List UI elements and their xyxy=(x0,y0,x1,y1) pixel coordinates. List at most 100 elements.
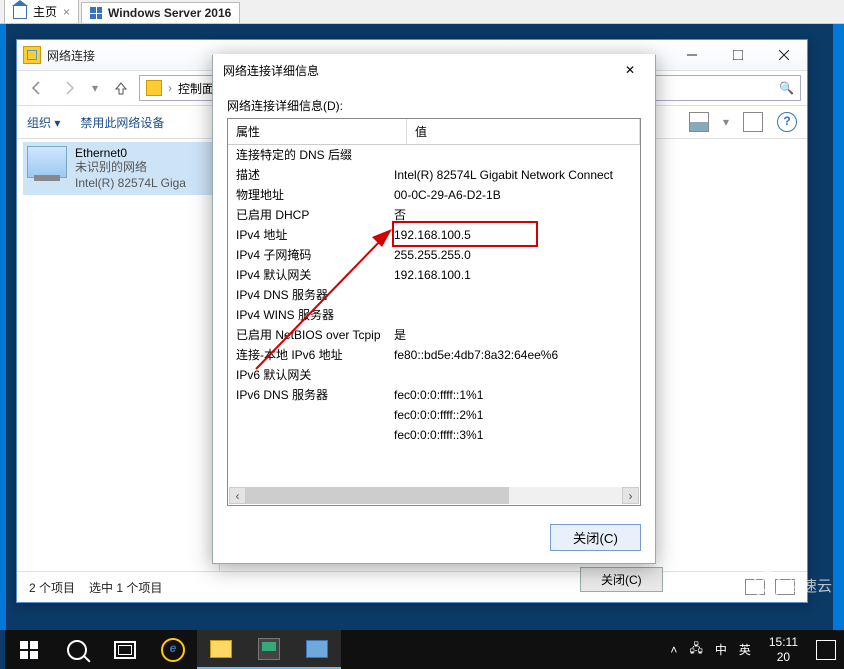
ie-button[interactable]: e xyxy=(149,630,197,669)
close-icon[interactable]: × xyxy=(63,5,70,19)
windows-icon xyxy=(90,7,102,19)
up-button[interactable] xyxy=(107,75,135,101)
ime-indicator-1[interactable]: 中 xyxy=(715,641,727,658)
maximize-button[interactable] xyxy=(715,40,761,70)
property-row[interactable]: 已启用 DHCP否 xyxy=(228,205,640,225)
explorer-taskbar-button[interactable] xyxy=(197,630,245,669)
clock[interactable]: 15:11 20 xyxy=(763,633,804,666)
search-button[interactable] xyxy=(53,630,101,669)
desktop-right-edge xyxy=(833,24,844,630)
help-icon[interactable]: ? xyxy=(777,112,797,132)
property-row[interactable]: 已启用 NetBIOS over Tcpip是 xyxy=(228,325,640,345)
property-row[interactable]: IPv6 默认网关 xyxy=(228,365,640,385)
clock-time: 15:11 xyxy=(769,635,798,649)
property-row[interactable]: IPv6 DNS 服务器fec0:0:0:ffff::1%1 xyxy=(228,385,640,405)
minimize-button[interactable] xyxy=(669,40,715,70)
system-tray: ˄ 🖧 中 英 15:11 20 xyxy=(662,630,844,669)
server-manager-button[interactable] xyxy=(245,630,293,669)
search-icon xyxy=(67,640,87,660)
watermark-logo-icon xyxy=(753,571,781,599)
property-value xyxy=(394,365,632,385)
back-button[interactable] xyxy=(23,75,51,101)
watermark: 亿速云 xyxy=(753,571,832,599)
property-name: IPv4 WINS 服务器 xyxy=(236,305,394,325)
view-options-icon[interactable] xyxy=(689,112,709,132)
dropdown-icon[interactable]: ▾ xyxy=(723,115,729,129)
folder-icon xyxy=(146,80,162,96)
ie-icon: e xyxy=(161,638,185,662)
dialog-titlebar[interactable]: 网络连接详细信息 ✕ xyxy=(213,55,655,85)
vm-tab-windows[interactable]: Windows Server 2016 xyxy=(81,2,240,23)
chevron-right-icon: › xyxy=(168,81,172,95)
status-items: 2 个项目 xyxy=(29,579,75,596)
server-manager-icon xyxy=(258,638,280,660)
ime-indicator-2[interactable]: 英 xyxy=(739,641,751,658)
horizontal-scrollbar[interactable]: ‹ › xyxy=(229,487,639,504)
property-row[interactable]: IPv4 子网掩码255.255.255.0 xyxy=(228,245,640,265)
nic-icon xyxy=(27,146,67,178)
property-name: IPv4 子网掩码 xyxy=(236,245,394,265)
vm-tab-win-label: Windows Server 2016 xyxy=(108,6,231,20)
window-buttons xyxy=(669,40,807,70)
property-row[interactable]: 连接特定的 DNS 后缀 xyxy=(228,145,640,165)
scroll-thumb[interactable] xyxy=(246,487,509,504)
property-rows: 连接特定的 DNS 后缀描述Intel(R) 82574L Gigabit Ne… xyxy=(228,145,640,449)
property-name: 连接特定的 DNS 后缀 xyxy=(236,145,394,165)
close-button[interactable]: 关闭(C) xyxy=(550,524,641,551)
property-name: 物理地址 xyxy=(236,185,394,205)
property-row[interactable]: fec0:0:0:ffff::3%1 xyxy=(228,425,640,445)
property-value: 是 xyxy=(394,325,632,345)
header-property[interactable]: 属性 xyxy=(228,119,407,144)
property-name: IPv4 默认网关 xyxy=(236,265,394,285)
dialog-close-icon[interactable]: ✕ xyxy=(615,63,645,77)
tray-overflow-icon[interactable]: ˄ xyxy=(670,643,677,657)
start-button[interactable] xyxy=(5,630,53,669)
notifications-icon[interactable] xyxy=(816,640,836,660)
nic-item-ethernet0[interactable]: Ethernet0 未识别的网络 Intel(R) 82574L Giga xyxy=(23,142,213,195)
property-row[interactable]: fec0:0:0:ffff::2%1 xyxy=(228,405,640,425)
disable-device-button[interactable]: 禁用此网络设备 xyxy=(80,114,164,131)
window-close-button[interactable] xyxy=(761,40,807,70)
property-name: IPv6 DNS 服务器 xyxy=(236,385,394,405)
property-name: 描述 xyxy=(236,165,394,185)
app-icon xyxy=(306,640,328,658)
property-value xyxy=(394,285,632,305)
scroll-right-button[interactable]: › xyxy=(622,487,639,504)
property-row[interactable]: 描述Intel(R) 82574L Gigabit Network Connec… xyxy=(228,165,640,185)
dialog-label: 网络连接详细信息(D): xyxy=(227,93,641,118)
property-name: 已启用 NetBIOS over Tcpip xyxy=(236,325,394,345)
start-icon xyxy=(20,641,38,659)
network-tray-icon[interactable]: 🖧 xyxy=(689,639,702,660)
property-value: 否 xyxy=(394,205,632,225)
header-value[interactable]: 值 xyxy=(407,119,640,144)
hidden-close-button[interactable]: 关闭(C) xyxy=(580,567,663,592)
forward-button[interactable] xyxy=(55,75,83,101)
property-row[interactable]: IPv4 DNS 服务器 xyxy=(228,285,640,305)
vm-tab-home[interactable]: 主页 × xyxy=(4,0,79,23)
taskbar: e ˄ 🖧 中 英 15:11 20 xyxy=(5,630,844,669)
network-connections-icon xyxy=(23,46,41,64)
search-icon: 🔍 xyxy=(779,81,794,95)
task-view-button[interactable] xyxy=(101,630,149,669)
property-row[interactable]: IPv4 地址192.168.100.5 xyxy=(228,225,640,245)
scroll-track[interactable] xyxy=(246,487,622,504)
property-row[interactable]: 连接-本地 IPv6 地址fe80::bd5e:4db7:8a32:64ee%6 xyxy=(228,345,640,365)
watermark-text: 亿速云 xyxy=(787,575,832,596)
scroll-left-button[interactable]: ‹ xyxy=(229,487,246,504)
status-selected: 选中 1 个项目 xyxy=(89,579,162,596)
preview-pane-icon[interactable] xyxy=(743,112,763,132)
organize-menu[interactable]: 组织 xyxy=(27,114,60,131)
property-row[interactable]: 物理地址00-0C-29-A6-D2-1B xyxy=(228,185,640,205)
property-list[interactable]: 属性 值 连接特定的 DNS 后缀描述Intel(R) 82574L Gigab… xyxy=(227,118,641,506)
task-view-icon xyxy=(114,641,136,659)
details-dialog: 网络连接详细信息 ✕ 网络连接详细信息(D): 属性 值 连接特定的 DNS 后… xyxy=(212,54,656,564)
vm-tab-home-label: 主页 xyxy=(33,3,57,20)
property-value: 192.168.100.1 xyxy=(394,265,632,285)
folder-icon xyxy=(210,640,232,658)
property-row[interactable]: IPv4 默认网关192.168.100.1 xyxy=(228,265,640,285)
nic-adapter: Intel(R) 82574L Giga xyxy=(75,176,186,192)
property-row[interactable]: IPv4 WINS 服务器 xyxy=(228,305,640,325)
adapter-list: Ethernet0 未识别的网络 Intel(R) 82574L Giga xyxy=(17,136,220,572)
recent-dropdown[interactable]: ▾ xyxy=(87,75,103,101)
app-taskbar-button[interactable] xyxy=(293,630,341,669)
